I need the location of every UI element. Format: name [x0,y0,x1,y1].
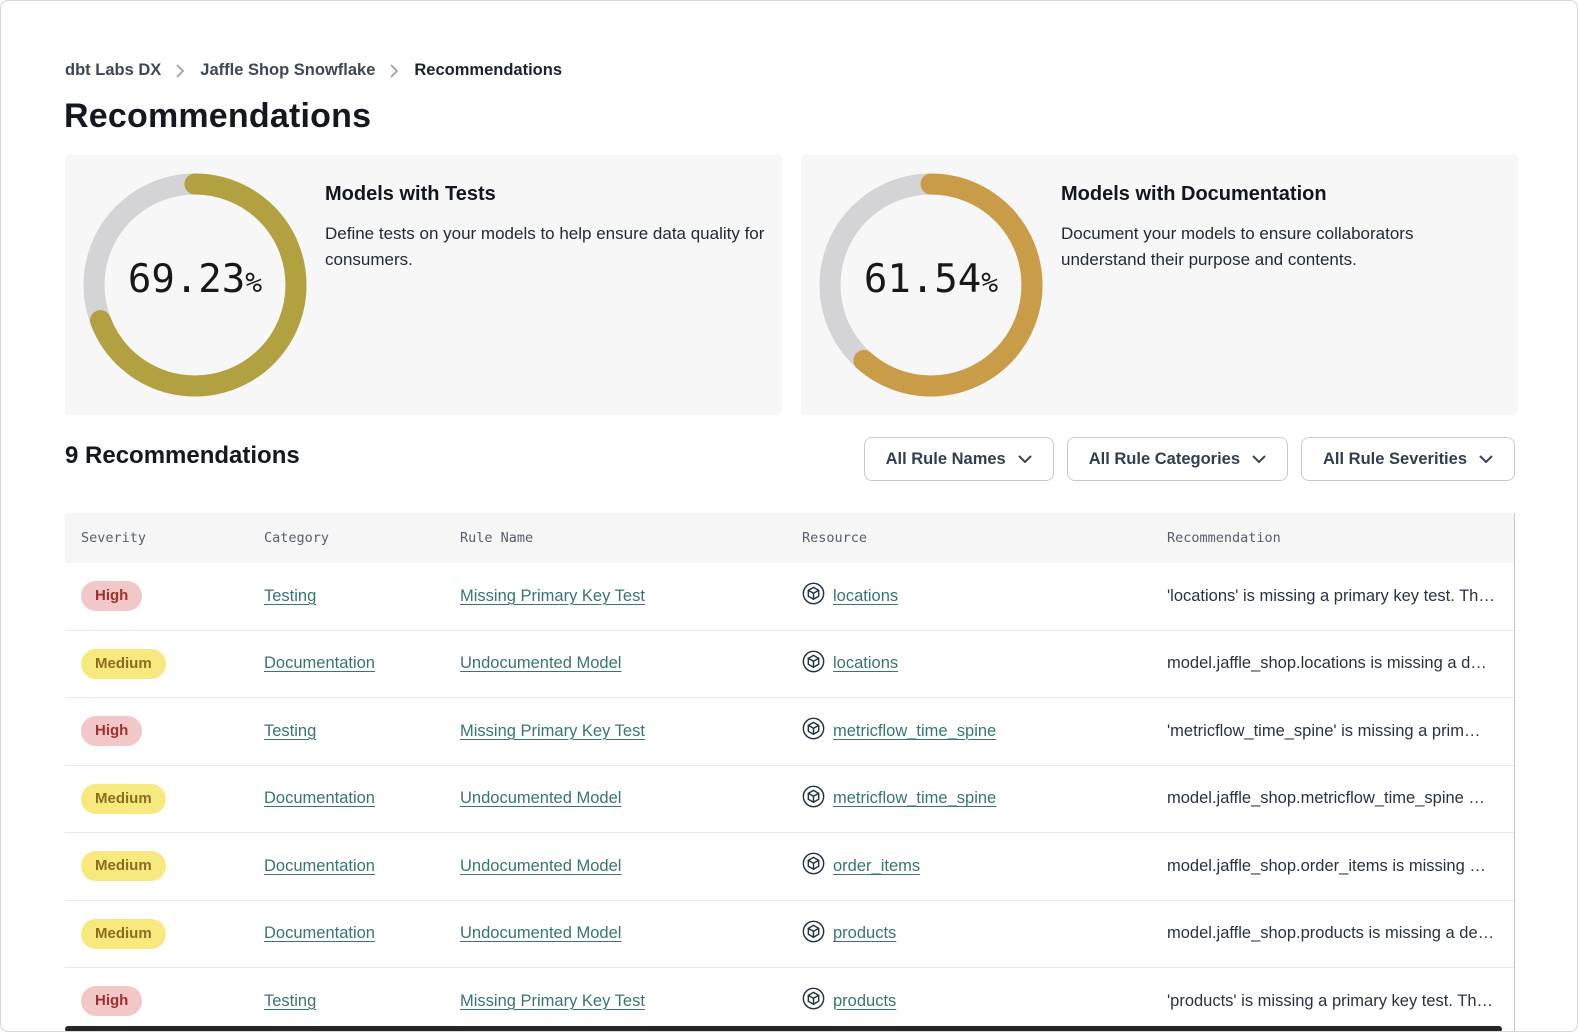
tests-donut-percent: 69.23% [82,172,308,398]
filter-label: All Rule Names [886,450,1006,469]
chevron-down-icon [1252,450,1266,469]
resource-link[interactable]: products [833,992,896,1011]
table-row: Medium Documentation Undocumented Model … [65,765,1514,833]
model-cube-icon [802,920,825,948]
rule-categories-filter-dropdown[interactable]: All Rule Categories [1067,437,1288,481]
category-link[interactable]: Testing [264,992,316,1010]
model-cube-icon [802,987,825,1015]
category-link[interactable]: Testing [264,722,316,740]
column-header-recommendation: Recommendation [1167,530,1514,546]
category-link[interactable]: Documentation [264,924,375,942]
table-row: Medium Documentation Undocumented Model … [65,900,1514,968]
severity-badge: High [81,581,142,611]
severity-badge: High [81,986,142,1016]
severity-badge: High [81,716,142,746]
breadcrumb-item-jaffle-shop-snowflake[interactable]: Jaffle Shop Snowflake [200,61,375,80]
card-description: Define tests on your models to help ensu… [325,221,800,274]
documentation-donut-percent: 61.54% [818,172,1044,398]
rule-name-link[interactable]: Missing Primary Key Test [460,722,645,740]
model-cube-icon [802,582,825,610]
model-cube-icon [802,852,825,880]
documentation-donut-chart: 61.54% [818,172,1044,398]
page-title: Recommendations [64,97,371,136]
resource-link[interactable]: metricflow_time_spine [833,789,996,808]
tests-donut-chart: 69.23% [82,172,308,398]
rule-name-link[interactable]: Missing Primary Key Test [460,992,645,1010]
filter-label: All Rule Categories [1089,450,1240,469]
recommendation-text: model.jaffle_shop.products is missing a … [1167,924,1514,943]
column-header-severity: Severity [65,530,264,546]
table-row: Medium Documentation Undocumented Model … [65,630,1514,698]
breadcrumb: dbt Labs DX Jaffle Shop Snowflake Recomm… [65,61,562,80]
card-description: Document your models to ensure collabora… [1061,221,1536,274]
filter-label: All Rule Severities [1323,450,1467,469]
recommendations-table: Severity Category Rule Name Resource Rec… [65,513,1514,1032]
category-link[interactable]: Documentation [264,857,375,875]
app-window: dbt Labs DX Jaffle Shop Snowflake Recomm… [0,0,1578,1032]
models-with-tests-card: 69.23% Models with Tests Define tests on… [65,155,782,415]
rule-name-link[interactable]: Undocumented Model [460,654,621,672]
recommendation-text: 'metricflow_time_spine' is missing a pri… [1167,722,1514,741]
rule-name-link[interactable]: Missing Primary Key Test [460,587,645,605]
rule-names-filter-dropdown[interactable]: All Rule Names [864,437,1054,481]
recommendation-text: model.jaffle_shop.locations is missing a… [1167,654,1514,673]
category-link[interactable]: Documentation [264,654,375,672]
recommendation-text: 'products' is missing a primary key test… [1167,992,1514,1011]
table-row: Medium Documentation Undocumented Model … [65,832,1514,900]
category-link[interactable]: Documentation [264,789,375,807]
severity-badge: Medium [81,919,166,949]
filter-bar: All Rule Names All Rule Categories All R… [864,437,1515,481]
column-header-category: Category [264,530,460,546]
column-header-resource: Resource [802,530,1167,546]
model-cube-icon [802,650,825,678]
recommendation-text: 'locations' is missing a primary key tes… [1167,587,1514,606]
models-with-documentation-card: 61.54% Models with Documentation Documen… [801,155,1518,415]
recommendation-text: model.jaffle_shop.order_items is missing… [1167,857,1514,876]
chevron-down-icon [1479,450,1493,469]
table-header-row: Severity Category Rule Name Resource Rec… [65,513,1514,563]
recommendations-table-body: High Testing Missing Primary Key Test lo… [65,563,1514,1032]
chevron-right-icon [176,64,185,78]
severity-badge: Medium [81,649,166,679]
chevron-right-icon [390,64,399,78]
resource-link[interactable]: metricflow_time_spine [833,722,996,741]
chevron-down-icon [1018,450,1032,469]
model-cube-icon [802,785,825,813]
column-header-rule-name: Rule Name [460,530,802,546]
severity-badge: Medium [81,851,166,881]
recommendations-count-heading: 9 Recommendations [65,442,300,470]
card-title-models-with-tests: Models with Tests [325,183,800,206]
rule-name-link[interactable]: Undocumented Model [460,789,621,807]
table-right-edge [1514,513,1515,1032]
rule-severities-filter-dropdown[interactable]: All Rule Severities [1301,437,1515,481]
table-row: High Testing Missing Primary Key Test pr… [65,967,1514,1032]
rule-name-link[interactable]: Undocumented Model [460,924,621,942]
category-link[interactable]: Testing [264,587,316,605]
resource-link[interactable]: products [833,924,896,943]
breadcrumb-item-recommendations: Recommendations [414,61,562,80]
card-title-models-with-documentation: Models with Documentation [1061,183,1536,206]
table-row: High Testing Missing Primary Key Test lo… [65,563,1514,630]
model-cube-icon [802,717,825,745]
resource-link[interactable]: locations [833,587,898,606]
rule-name-link[interactable]: Undocumented Model [460,857,621,875]
resource-link[interactable]: order_items [833,857,920,876]
table-row: High Testing Missing Primary Key Test me… [65,697,1514,765]
recommendation-text: model.jaffle_shop.metricflow_time_spine … [1167,789,1514,808]
severity-badge: Medium [81,784,166,814]
horizontal-scrollbar[interactable] [65,1026,1502,1032]
resource-link[interactable]: locations [833,654,898,673]
breadcrumb-item-dbt-labs-dx[interactable]: dbt Labs DX [65,61,161,80]
